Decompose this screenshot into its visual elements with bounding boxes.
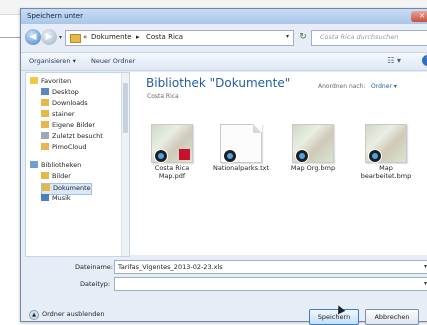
filename-label: Dateiname:: [75, 263, 113, 271]
sync-icon: [154, 149, 168, 163]
help-icon[interactable]: ?: [422, 55, 427, 66]
file-item[interactable]: Nationalparks.txt: [213, 124, 269, 204]
close-button[interactable]: ✕: [411, 11, 427, 22]
library-subtitle: Costa Rica: [147, 93, 179, 100]
library-title: Bibliothek "Dokumente": [146, 76, 291, 90]
new-folder-button[interactable]: Neuer Ordner: [91, 57, 135, 65]
text-document-thumbnail: [220, 124, 262, 163]
folder-icon: [41, 121, 49, 128]
desktop-icon: [41, 88, 49, 95]
sync-icon: [368, 149, 382, 163]
forward-button[interactable]: ▶: [41, 29, 57, 45]
map-thumbnail: [292, 124, 334, 163]
file-item[interactable]: Map Org.bmp: [285, 124, 341, 204]
file-item[interactable]: Costa Rica Map.pdf: [144, 124, 200, 204]
file-name: Map Org.bmp: [290, 164, 336, 172]
address-bar[interactable]: « Dokumente ▸ Costa Rica ▾: [65, 30, 294, 46]
pdf-icon: [179, 149, 190, 160]
map-thumbnail: [365, 124, 407, 163]
breadcrumb-overflow[interactable]: «: [83, 33, 87, 41]
arrange-by-label: Anordnen nach:: [318, 83, 366, 90]
sidebar-item-zuletzt-besucht[interactable]: Zuletzt besucht: [41, 132, 103, 142]
address-dropdown-icon[interactable]: ▾: [286, 33, 289, 40]
sync-icon: [295, 149, 309, 163]
file-name: Map bearbeitet.bmp: [360, 164, 412, 180]
arrow-right-icon: ▶: [45, 32, 53, 42]
back-button[interactable]: ◀: [25, 29, 41, 45]
filename-value: Tarifas_Vigentes_2013-02-23.xls: [118, 263, 223, 271]
navigation-scrollbar[interactable]: [121, 73, 129, 256]
search-input[interactable]: Costa Rica durchsuchen ⚲: [311, 30, 427, 46]
recent-locations-dropdown[interactable]: ▾: [59, 34, 62, 41]
sidebar-item-desktop[interactable]: Desktop: [41, 88, 79, 98]
star-icon: [30, 77, 38, 84]
arrow-left-icon: ◀: [29, 32, 37, 42]
sidebar-item-favoriten[interactable]: Favoriten: [30, 77, 71, 87]
save-as-dialog: Speichern unter ✕ ◀ ▶ ▾ « Dokumente ▸ Co…: [20, 8, 427, 325]
sidebar-item-pimocloud[interactable]: PimoCloud: [41, 143, 86, 153]
sync-icon: [223, 149, 237, 163]
arrange-by-dropdown[interactable]: Ordner ▾: [371, 83, 397, 90]
folder-icon: [41, 110, 49, 117]
folder-icon: [70, 34, 81, 43]
file-item[interactable]: Map bearbeitet.bmp: [358, 124, 414, 204]
sidebar-item-bilder[interactable]: Bilder: [41, 172, 71, 182]
map-thumbnail: [151, 124, 193, 163]
view-options-icon[interactable]: ☷ ▾: [387, 56, 401, 65]
hide-folders-button[interactable]: ▲ Ordner ausblenden: [29, 310, 104, 320]
search-placeholder: Costa Rica durchsuchen: [320, 33, 399, 41]
organize-menu[interactable]: Organisieren ▾: [29, 57, 76, 65]
scrollbar-thumb[interactable]: [123, 83, 128, 133]
refresh-button[interactable]: ↻: [297, 31, 309, 43]
sidebar-item-musik[interactable]: Musik: [41, 194, 71, 204]
breadcrumb-costa-rica[interactable]: Costa Rica: [146, 33, 183, 41]
breadcrumb-dokumente[interactable]: Dokumente: [91, 33, 132, 41]
sidebar-item-bibliotheken[interactable]: Bibliotheken: [30, 161, 81, 171]
file-name: Costa Rica Map.pdf: [154, 164, 190, 180]
sidebar-item-eigene-bilder[interactable]: Eigene Bilder: [41, 121, 95, 131]
sidebar-item-downloads[interactable]: Downloads: [41, 99, 88, 109]
library-icon: [30, 161, 38, 168]
refresh-icon: ↻: [299, 32, 307, 42]
titlebar: Speichern unter ✕: [21, 9, 427, 24]
folder-icon: [42, 184, 50, 191]
file-name: Nationalparks.txt: [213, 164, 270, 172]
background-divider: [0, 37, 20, 38]
filetype-label: Dateityp:: [80, 280, 111, 288]
breadcrumb-separator: ▸: [136, 33, 140, 41]
command-toolbar: Organisieren ▾ Neuer Ordner ☷ ▾ ?: [21, 52, 427, 71]
filename-field[interactable]: Tarifas_Vigentes_2013-02-23.xls ▾: [114, 260, 427, 274]
chevron-up-icon: ▲: [29, 310, 39, 320]
folder-icon: [41, 172, 49, 179]
music-icon: [41, 194, 49, 201]
sidebar-item-stainer[interactable]: stainer: [41, 110, 75, 120]
folder-icon: [41, 99, 49, 106]
address-row: ◀ ▶ ▾ « Dokumente ▸ Costa Rica ▾ ↻ Costa…: [21, 25, 427, 49]
filetype-select[interactable]: ▾: [114, 277, 427, 291]
file-list-pane: Bibliothek "Dokumente" Costa Rica Anordn…: [130, 72, 427, 255]
window-title: Speichern unter: [27, 12, 83, 20]
navigation-pane: Favoriten Desktop Downloads stainer Eige…: [25, 72, 130, 257]
dialog-footer: Dateiname: Tarifas_Vigentes_2013-02-23.x…: [21, 257, 427, 325]
recent-icon: [41, 132, 49, 139]
folder-icon: [41, 143, 49, 150]
close-icon: ✕: [419, 12, 425, 20]
